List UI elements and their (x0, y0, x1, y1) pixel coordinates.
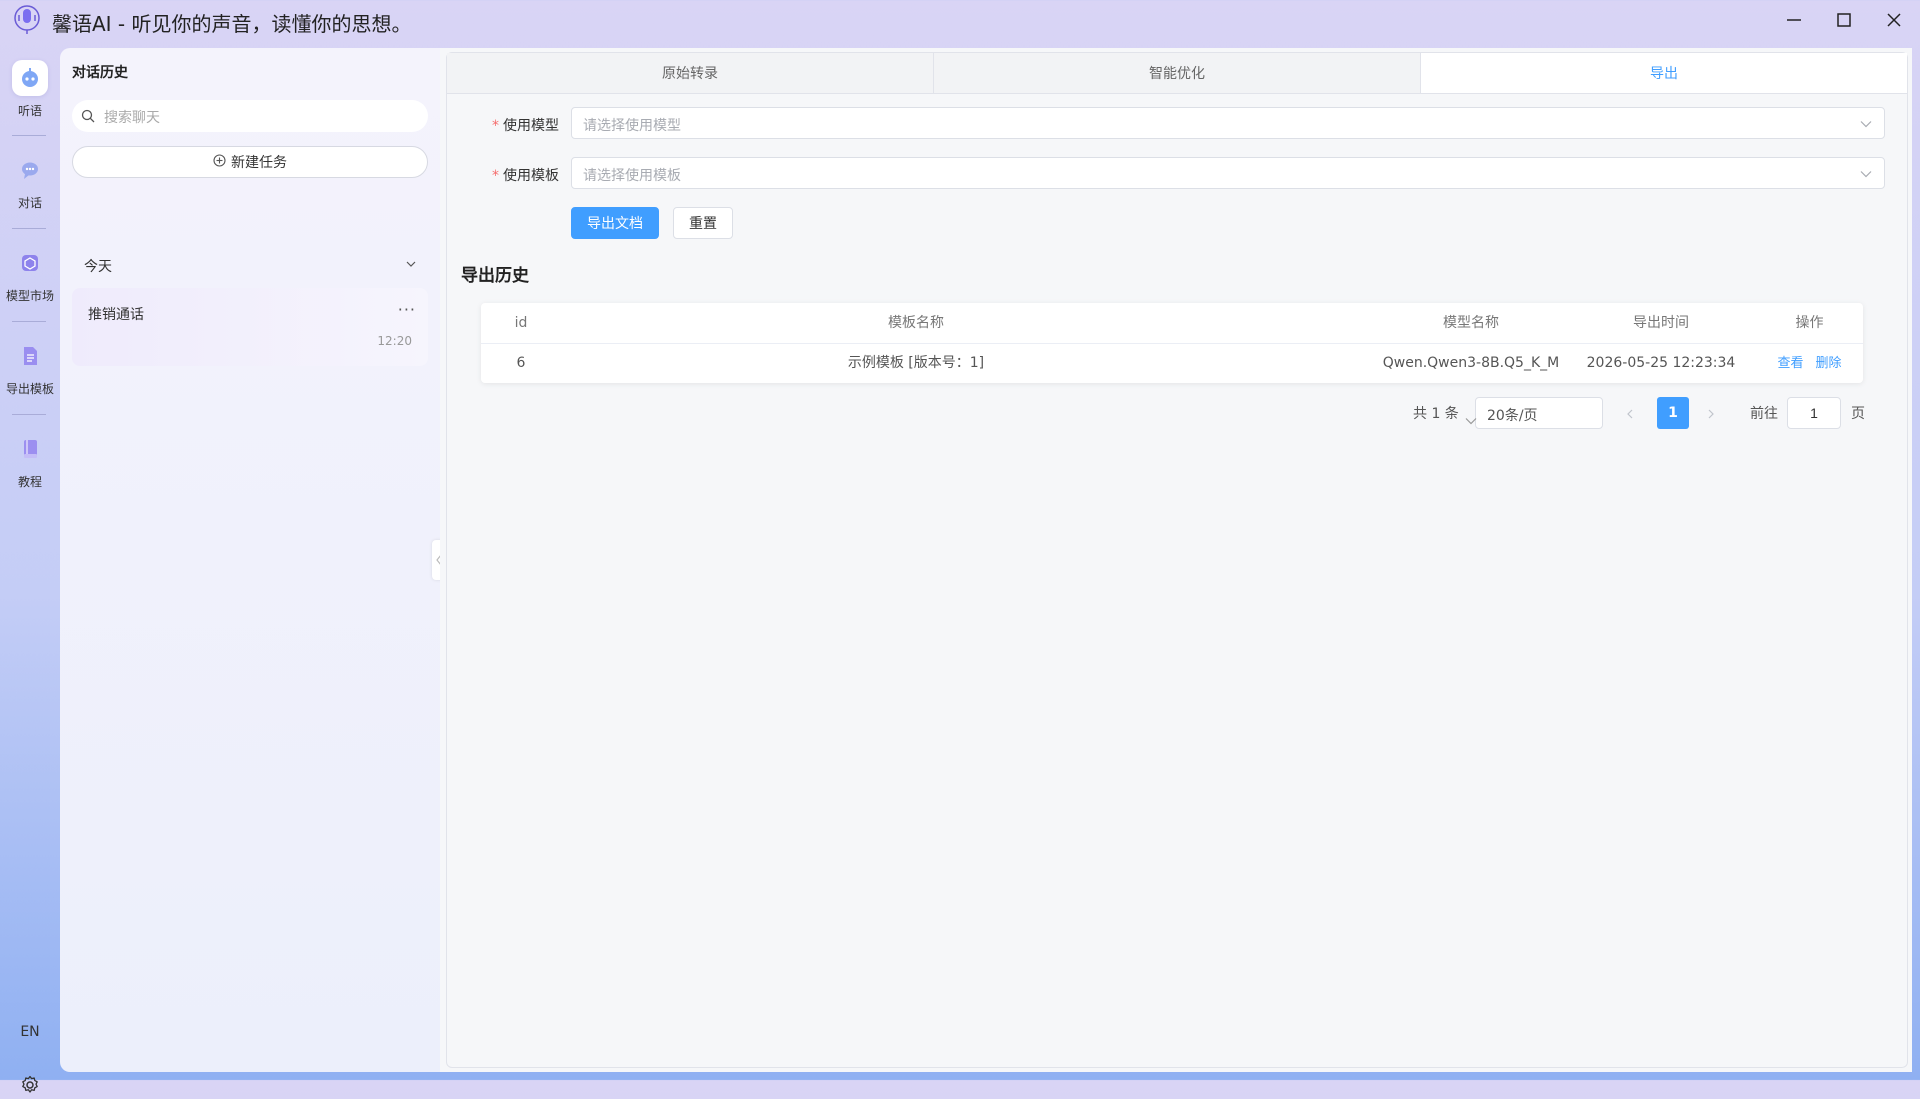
cell-model: Qwen.Qwen3-8B.Q5_K_M (1382, 355, 1560, 371)
history-panel: 对话历史 新建任务 今天 推销通话 ··· 12:20 (60, 48, 440, 1072)
conversation-time: 12:20 (377, 334, 412, 348)
more-options-icon[interactable]: ··· (398, 300, 416, 319)
pagination-total: 共 1 条 (1413, 406, 1459, 422)
template-placeholder: 请选择使用模板 (583, 168, 681, 184)
export-history-title: 导出历史 (461, 266, 529, 286)
group-label: 今天 (84, 259, 112, 275)
app-title: 馨语AI - 听见你的声音，读懂你的思想。 (52, 12, 412, 36)
main-panel: 原始转录 智能优化 导出 * 使用模型 请选择使用模型 * 使用模板 请选择使用模板… (440, 48, 1912, 1072)
cell-actions: 查看 删除 (1756, 343, 1863, 383)
rail-item-tutorial[interactable]: 教程 (0, 419, 60, 499)
divider (12, 228, 46, 229)
new-task-label: 新建任务 (231, 155, 287, 171)
template-form-row: * 使用模板 请选择使用模板 (447, 157, 1907, 189)
tab-export[interactable]: 导出 (1421, 53, 1907, 93)
prev-page-button[interactable] (1616, 397, 1644, 429)
rail-item-label: 对话 (17, 196, 42, 210)
cell-id: 6 (516, 355, 526, 371)
delete-link[interactable]: 删除 (1816, 356, 1842, 371)
divider (12, 135, 46, 136)
gear-icon[interactable] (20, 1075, 40, 1099)
model-form-row: * 使用模型 请选择使用模型 (447, 107, 1907, 139)
export-document-button[interactable]: 导出文档 (571, 207, 659, 239)
rail-item-label: 导出模板 (5, 382, 54, 396)
cell-time: 2026-05-25 12:23:34 (1586, 355, 1736, 371)
plus-circle-icon (213, 153, 231, 171)
rail-item-label: 教程 (17, 475, 42, 489)
table-header: id 模板名称 模型名称 导出时间 操作 (481, 303, 1863, 344)
page-size-value: 20条/页 (1487, 408, 1538, 424)
view-link[interactable]: 查看 (1777, 356, 1803, 371)
close-button[interactable] (1876, 6, 1912, 34)
page-number-current[interactable]: 1 (1657, 397, 1689, 429)
divider (12, 414, 46, 415)
goto-label: 前往 (1750, 406, 1778, 422)
rail-item-chat[interactable]: 对话 (0, 140, 60, 220)
divider (12, 321, 46, 322)
model-label: * 使用模型 (447, 115, 559, 135)
column-header: id (514, 315, 528, 331)
history-title: 对话历史 (72, 65, 128, 81)
rail-item-label: 模型市场 (5, 289, 54, 303)
search-input[interactable] (102, 100, 416, 134)
history-group-today[interactable]: 今天 (72, 248, 428, 280)
goto-page-input[interactable] (1787, 397, 1841, 429)
required-mark: * (492, 168, 499, 184)
rail-item-export-template[interactable]: 导出模板 (0, 326, 60, 406)
template-label: * 使用模板 (447, 165, 559, 185)
new-task-button[interactable]: 新建任务 (72, 146, 428, 178)
conversation-title: 推销通话 (88, 307, 144, 323)
chat-bubble-icon (12, 152, 48, 188)
minimize-button[interactable] (1776, 6, 1812, 34)
template-select[interactable]: 请选择使用模板 (571, 157, 1885, 189)
model-label-text: 使用模型 (503, 118, 559, 134)
model-select[interactable]: 请选择使用模型 (571, 107, 1885, 139)
export-history-table: id 模板名称 模型名称 导出时间 操作 6 示例模板 [版本号：1] Qwen… (481, 303, 1863, 383)
column-header: 模板名称 (888, 315, 944, 331)
cell-template: 示例模板 [版本号：1] (847, 355, 985, 371)
document-icon (12, 338, 48, 374)
template-label-text: 使用模板 (503, 168, 559, 184)
tab-raw-transcript[interactable]: 原始转录 (447, 53, 934, 93)
column-header: 操作 (1795, 315, 1824, 331)
title-bar: 馨语AI - 听见你的声音，读懂你的思想。 (0, 0, 1920, 40)
rail-item-listen[interactable]: 听语 (0, 48, 60, 128)
robot-icon (12, 60, 48, 96)
chevron-right-icon (1707, 404, 1715, 423)
rail-item-label: 听语 (17, 104, 42, 118)
conversation-item[interactable]: 推销通话 ··· 12:20 (72, 288, 428, 366)
reset-button[interactable]: 重置 (673, 207, 733, 239)
rail-item-model-market[interactable]: 模型市场 (0, 233, 60, 313)
column-header: 导出时间 (1633, 315, 1689, 331)
cube-icon (12, 245, 48, 281)
page-size-select[interactable]: 20条/页 (1465, 397, 1603, 429)
search-box (72, 100, 428, 134)
table-row: 6 示例模板 [版本号：1] Qwen.Qwen3-8B.Q5_K_M 2026… (481, 343, 1863, 383)
tab-smart-optimize[interactable]: 智能优化 (934, 53, 1421, 93)
chevron-left-icon (1626, 404, 1634, 423)
required-mark: * (492, 118, 499, 134)
language-toggle[interactable]: EN (0, 1024, 60, 1040)
column-header: 模型名称 (1443, 315, 1499, 331)
next-page-button[interactable] (1697, 397, 1725, 429)
maximize-button[interactable] (1826, 6, 1862, 34)
tab-bar: 原始转录 智能优化 导出 (447, 53, 1907, 94)
page-suffix: 页 (1851, 406, 1865, 422)
model-placeholder: 请选择使用模型 (583, 118, 681, 134)
nav-rail: 听语 对话 模型市场 导出模板 教程 EN (0, 48, 60, 1093)
app-logo-icon (12, 4, 42, 36)
main-card: 原始转录 智能优化 导出 * 使用模型 请选择使用模型 * 使用模板 请选择使用模板… (446, 52, 1908, 1068)
book-icon (12, 431, 48, 467)
